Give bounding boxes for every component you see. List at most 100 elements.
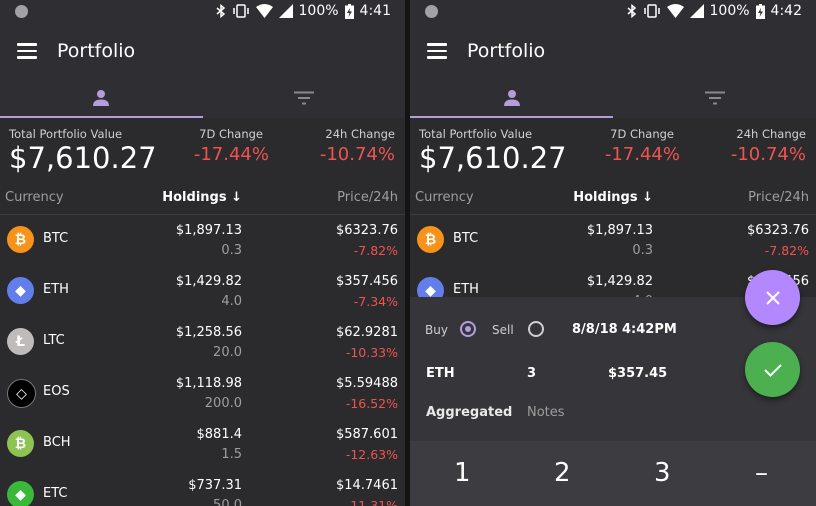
holdings-value: $1,118.98 [175,376,242,391]
coin-row-eos[interactable]: ◇ EOS $1,118.98 200.0 $5.59488 -16.52% [0,367,405,418]
sell-radio[interactable] [528,321,544,337]
price-column-header[interactable]: Price/24h [748,190,809,205]
holdings-amount: 1.5 [221,447,242,462]
price-change-24h: -7.34% [353,294,398,309]
coin-row-bch[interactable]: ₿ BCH $881.4 1.5 $587.601 -12.63% [0,418,405,469]
holdings-value: $881.4 [196,427,243,442]
coin-row-btc[interactable]: ₿ BTC $1,897.13 0.3 $6323.76 -7.82% [0,214,405,265]
holdings-amount: 20.0 [213,345,242,360]
menu-icon[interactable] [427,43,447,59]
wifi-icon [255,4,273,18]
tab-holdings[interactable] [0,77,203,118]
change-24h-value: -10.74% [730,144,806,165]
amount-field[interactable]: 3 [527,366,536,381]
price-change-24h: -12.63% [345,447,398,462]
vibrate-icon [232,4,249,18]
coin-price: $6323.76 [335,223,398,238]
bluetooth-icon [627,4,636,18]
coin-row-eth[interactable]: ◆ ETH $1,429.82 4.0 $357.456 -7.34% [0,265,405,316]
holdings-amount: 4.0 [221,294,242,309]
person-icon [93,89,110,106]
currency-column-header[interactable]: Currency [5,190,64,205]
litecoin-icon: Ł [7,328,34,355]
holdings-column-header[interactable]: Holdings ↓ [573,190,653,205]
coin-price: $587.601 [335,427,398,442]
change-24h-label: 24h Change [736,127,806,141]
battery-percent: 100% [298,3,339,19]
transaction-extra-row: Aggregated Notes [410,405,816,425]
change-7d-label: 7D Change [199,127,263,141]
coin-price: $357.456 [335,274,398,289]
coin-price: $5.59488 [335,376,398,391]
notification-icon [425,5,438,18]
wifi-icon [666,4,684,18]
coin-row-btc[interactable]: ₿ BTC $1,897.13 0.3 $6323.76 -7.82% [410,214,816,265]
buy-radio[interactable] [460,321,476,337]
aggregated-toggle[interactable]: Aggregated [426,405,512,420]
vibrate-icon [643,4,660,18]
holdings-value: $737.31 [188,478,242,493]
holdings-column-header[interactable]: Holdings ↓ [162,190,242,205]
price-change-24h: -10.33% [345,345,398,360]
bitcoin-cash-icon: ₿ [7,430,34,457]
coin-symbol: BTC [453,231,479,246]
key-2[interactable]: 2 [554,458,571,488]
bluetooth-icon [216,4,225,18]
change-7d-label: 7D Change [610,127,674,141]
date-field[interactable]: 8/8/18 [572,322,618,337]
coin-symbol: BTC [43,231,69,246]
price-change-24h: -16.52% [345,396,398,411]
currency-column-header[interactable]: Currency [415,190,474,205]
coin-field[interactable]: ETH [426,366,455,381]
key-3[interactable]: 3 [654,458,671,488]
holdings-value: $1,897.13 [175,223,242,238]
key-1[interactable]: 1 [454,458,471,488]
screen-portfolio-list: 100% 4:41 Portfolio Total Portfolio Valu… [0,0,405,506]
price-field[interactable]: $357.45 [608,366,667,381]
sell-label: Sell [492,323,514,337]
holdings-amount: 0.3 [221,243,242,258]
key-minus[interactable]: – [755,458,768,488]
tab-filter[interactable] [613,77,816,118]
coin-row-etc[interactable]: ◆ ETC $737.31 50.0 $14.7461 -11.31% [0,469,405,506]
change-7d-value: -17.44% [604,144,680,165]
check-icon [763,363,782,377]
person-icon [503,89,520,106]
list-header: Currency Holdings ↓ Price/24h [410,186,816,215]
coin-price: $62.9281 [335,325,398,340]
signal-icon [278,4,293,18]
coin-symbol: ETH [453,282,479,297]
battery-charging-icon [755,3,765,19]
tab-holdings[interactable] [410,77,613,118]
notes-field[interactable]: Notes [527,405,565,420]
screen-add-transaction: 100% 4:42 Portfolio Total Portfolio Valu… [410,0,816,506]
bitcoin-icon: ₿ [7,226,34,253]
coin-row-ltc[interactable]: Ł LTC $1,258.56 20.0 $62.9281 -10.33% [0,316,405,367]
coin-symbol: LTC [43,333,65,348]
coin-symbol: BCH [43,435,71,450]
total-value: $7,610.27 [419,141,567,175]
tab-bar [410,77,816,118]
notification-icon [15,5,28,18]
tab-filter[interactable] [203,77,406,118]
time-field[interactable]: 4:42PM [622,322,677,337]
page-title: Portfolio [57,40,136,62]
holdings-value: $1,897.13 [586,223,653,238]
confirm-fab[interactable] [745,342,800,397]
portfolio-summary: Total Portfolio Value $7,610.27 7D Chang… [0,118,405,186]
filter-icon [293,91,314,104]
coin-price: $14.7461 [335,478,398,493]
eos-icon: ◇ [7,379,36,408]
total-value-label: Total Portfolio Value [419,127,533,141]
close-fab[interactable] [745,270,800,325]
price-column-header[interactable]: Price/24h [337,190,398,205]
numeric-keypad: 1 2 3 – [410,441,816,506]
status-bar: 100% 4:42 [410,0,816,25]
tab-bar [0,77,405,118]
holdings-amount: 0.3 [632,243,653,258]
ethereum-icon: ◆ [7,277,34,304]
price-change-24h: -11.31% [345,498,398,506]
change-24h-value: -10.74% [319,144,395,165]
page-title: Portfolio [467,40,546,62]
menu-icon[interactable] [17,43,37,59]
